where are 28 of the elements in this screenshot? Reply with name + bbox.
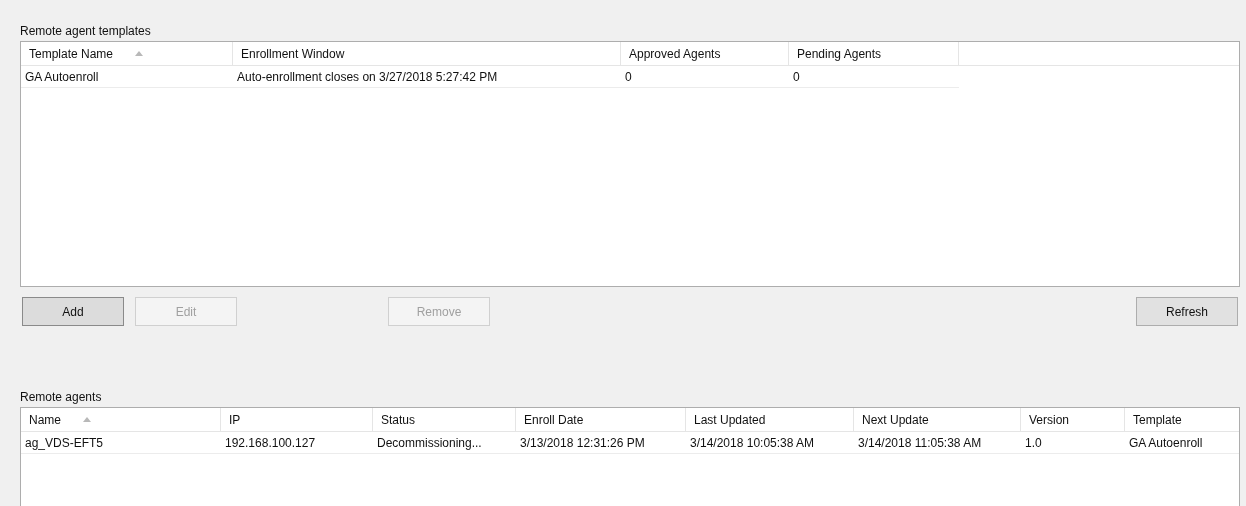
table-cell: 0 <box>621 66 789 88</box>
table-cell: Auto-enrollment closes on 3/27/2018 5:27:42 PM <box>233 66 621 88</box>
table-cell: 1.0 <box>1021 432 1125 454</box>
column-header[interactable]: Name <box>21 408 221 431</box>
column-header[interactable]: Template <box>1125 408 1239 431</box>
table-cell: ag_VDS-EFT5 <box>21 432 221 454</box>
column-header[interactable]: Last Updated <box>686 408 854 431</box>
column-header[interactable]: Pending Agents <box>789 42 959 65</box>
table-cell: GA Autoenroll <box>21 66 233 88</box>
table-cell: 0 <box>789 66 959 88</box>
table-cell: GA Autoenroll <box>1125 432 1239 454</box>
table-cell: 192.168.100.127 <box>221 432 373 454</box>
column-header[interactable]: Enroll Date <box>516 408 686 431</box>
column-header[interactable]: Approved Agents <box>621 42 789 65</box>
action-button[interactable]: Add <box>22 297 124 326</box>
column-header[interactable]: IP <box>221 408 373 431</box>
action-button[interactable]: Refresh <box>1136 297 1238 326</box>
table-cell: Decommissioning... <box>373 432 516 454</box>
group-label: Remote agents <box>20 390 103 406</box>
column-header[interactable]: Status <box>373 408 516 431</box>
column-header[interactable]: Version <box>1021 408 1125 431</box>
table-cell: 3/14/2018 10:05:38 AM <box>686 432 854 454</box>
group-label: Remote agent templates <box>20 24 152 40</box>
table-cell: 3/14/2018 11:05:38 AM <box>854 432 1021 454</box>
column-header[interactable]: Enrollment Window <box>233 42 621 65</box>
column-header[interactable]: Next Update <box>854 408 1021 431</box>
column-header[interactable]: Template Name <box>21 42 233 65</box>
table-cell: 3/13/2018 12:31:26 PM <box>516 432 686 454</box>
